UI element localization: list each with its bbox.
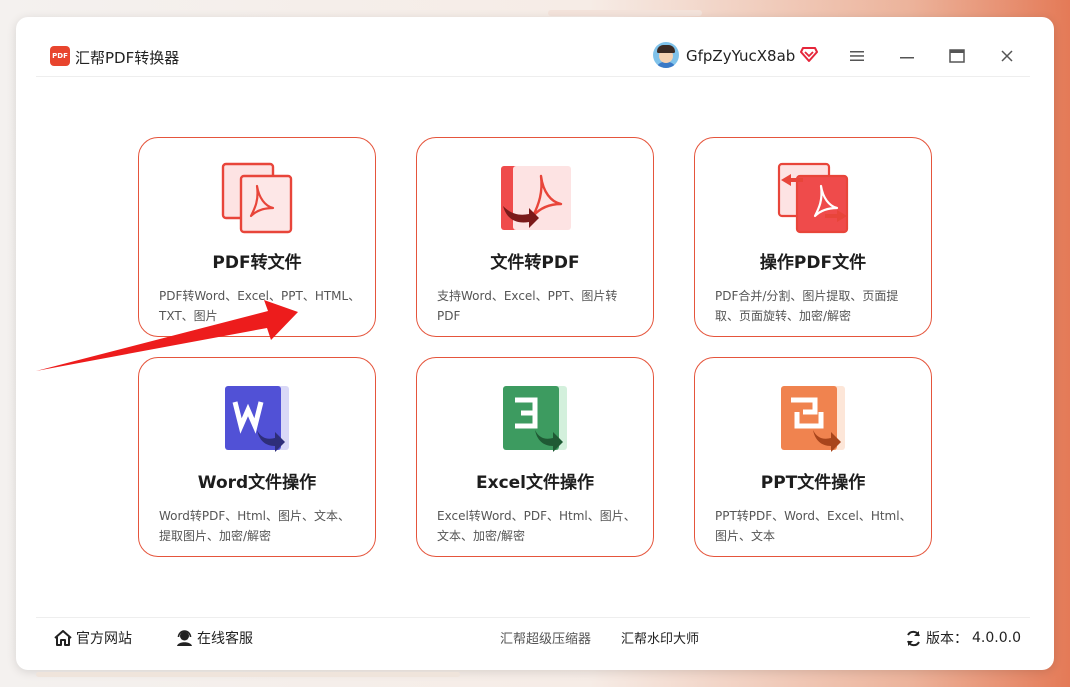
official-site-label: 官方网站 <box>76 631 132 647</box>
maximize-button[interactable] <box>942 41 972 71</box>
card-file-to-pdf[interactable]: 文件转PDF 支持Word、Excel、PPT、图片转PDF <box>416 137 654 337</box>
vip-diamond-icon[interactable] <box>800 45 818 63</box>
close-button[interactable] <box>992 41 1022 71</box>
menu-button[interactable] <box>842 41 872 71</box>
close-icon <box>1001 50 1013 62</box>
card-word-operations[interactable]: Word文件操作 Word转PDF、Html、图片、文本、提取图片、加密/解密 <box>138 357 376 557</box>
card-title: 文件转PDF <box>490 253 580 273</box>
version-info[interactable]: 版本： 4.0.0.0 <box>905 628 1021 648</box>
card-title: PDF转文件 <box>212 253 302 273</box>
online-service-link[interactable]: 在线客服 <box>176 628 253 648</box>
card-description: 支持Word、Excel、PPT、图片转PDF <box>437 289 618 323</box>
pdf-to-file-icon <box>221 162 293 234</box>
excel-icon <box>503 386 567 452</box>
avatar[interactable] <box>653 42 679 68</box>
card-description: PDF转Word、Excel、PPT、HTML、TXT、图片 <box>159 289 361 323</box>
minimize-icon <box>900 57 914 59</box>
card-title: PPT文件操作 <box>760 473 866 493</box>
maximize-icon <box>949 49 965 63</box>
watermark-link-label: 汇帮水印大师 <box>621 632 700 647</box>
compressor-link-label: 汇帮超级压缩器 <box>500 632 592 647</box>
home-icon <box>54 630 72 646</box>
version-label: 版本： <box>926 631 968 647</box>
app-title: 汇帮PDF转换器 <box>75 49 180 67</box>
card-ppt-operations[interactable]: PPT文件操作 PPT转PDF、Word、Excel、Html、图片、文本 <box>694 357 932 557</box>
divider <box>36 617 1030 618</box>
refresh-icon <box>907 630 920 646</box>
word-icon <box>225 386 289 452</box>
title-bar: PDF 汇帮PDF转换器 GfpZyYucX8ab <box>16 17 1054 77</box>
app-logo-icon: PDF <box>50 46 70 66</box>
compressor-link[interactable]: 汇帮超级压缩器 <box>500 628 591 647</box>
background-strip <box>548 10 702 16</box>
background-strip <box>36 672 460 677</box>
card-title: 操作PDF文件 <box>759 253 867 273</box>
card-description: PDF合并/分割、图片提取、页面提取、页面旋转、加密/解密 <box>715 289 899 323</box>
customer-service-icon <box>177 630 192 646</box>
official-site-link[interactable]: 官方网站 <box>54 628 132 648</box>
card-excel-operations[interactable]: Excel文件操作 Excel转Word、PDF、Html、图片、文本、加密/解… <box>416 357 654 557</box>
app-window: PDF 汇帮PDF转换器 GfpZyYucX8ab PDF转文件 PDF转Wor… <box>16 17 1054 670</box>
card-title: Excel文件操作 <box>475 473 594 493</box>
file-to-pdf-icon <box>501 166 571 230</box>
card-description: PPT转PDF、Word、Excel、Html、图片、文本 <box>715 509 912 543</box>
menu-icon <box>850 51 864 61</box>
card-pdf-operations[interactable]: 操作PDF文件 PDF合并/分割、图片提取、页面提取、页面旋转、加密/解密 <box>694 137 932 337</box>
online-service-label: 在线客服 <box>197 631 253 647</box>
divider <box>36 76 1030 77</box>
version-number: 4.0.0.0 <box>972 630 1021 646</box>
minimize-button[interactable] <box>892 41 922 71</box>
watermark-link[interactable]: 汇帮水印大师 <box>621 628 699 647</box>
card-description: Word转PDF、Html、图片、文本、提取图片、加密/解密 <box>159 509 350 543</box>
username[interactable]: GfpZyYucX8ab <box>686 47 795 65</box>
card-title: Word文件操作 <box>197 473 317 493</box>
pdf-operate-icon <box>777 162 849 234</box>
ppt-icon <box>781 386 845 452</box>
card-description: Excel转Word、PDF、Html、图片、文本、加密/解密 <box>437 509 636 543</box>
card-pdf-to-file[interactable]: PDF转文件 PDF转Word、Excel、PPT、HTML、TXT、图片 <box>138 137 376 337</box>
